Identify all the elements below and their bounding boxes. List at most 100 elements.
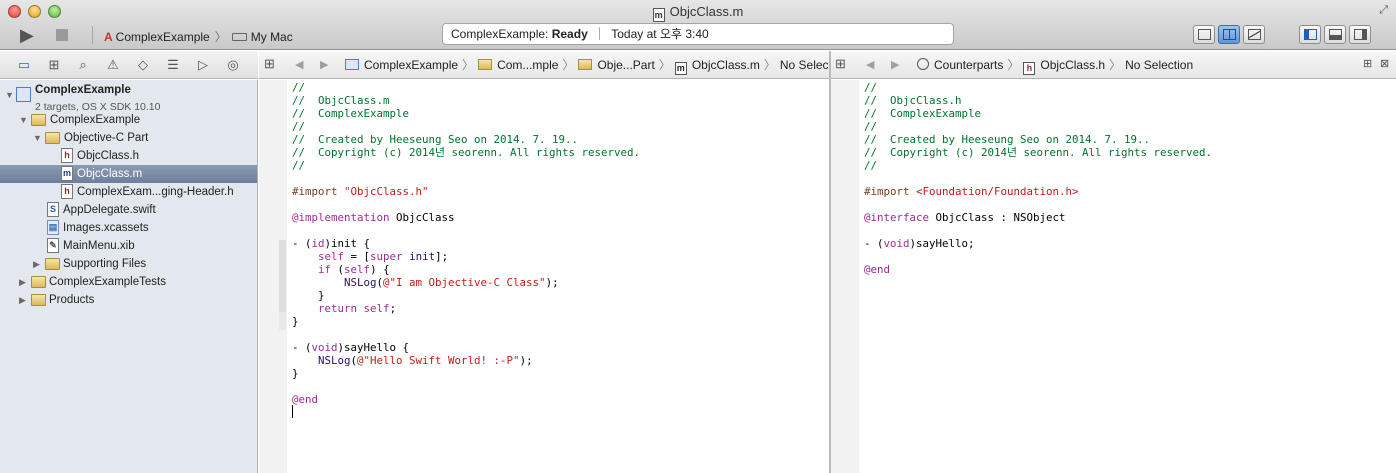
assistant-editor-gutter[interactable] bbox=[831, 80, 859, 473]
forward-arrow-icon[interactable]: ▶ bbox=[891, 57, 899, 73]
tree-item-objective-c-part[interactable]: ▼ Objective-C Part bbox=[0, 129, 257, 147]
tree-item-tests[interactable]: ▶ ComplexExampleTests bbox=[0, 273, 257, 291]
primary-code-editor[interactable]: //// ObjcClass.m// ComplexExample//// Cr… bbox=[292, 81, 822, 406]
code-comment: // Copyright (c) 2014년 seorenn. All righ… bbox=[292, 146, 640, 159]
navigator-toggle-button[interactable] bbox=[1299, 25, 1321, 44]
code-token: )init { bbox=[324, 237, 371, 250]
run-button[interactable]: ▶ bbox=[20, 26, 34, 44]
jump-crumb-file[interactable]: h ObjcClass.h bbox=[1023, 58, 1106, 75]
code-line: // Copyright (c) 2014년 seorenn. All righ… bbox=[864, 146, 1384, 159]
related-items-icon[interactable]: ⊞ bbox=[835, 56, 846, 72]
disclosure-right-icon[interactable]: ▶ bbox=[33, 255, 43, 273]
code-folding-ribbon[interactable] bbox=[279, 80, 286, 473]
folder-icon bbox=[45, 258, 60, 270]
close-assistant-icon[interactable]: ⊠ bbox=[1380, 56, 1389, 72]
tree-item-objcclass-m[interactable]: m ObjcClass.m bbox=[0, 165, 257, 183]
forward-arrow-icon[interactable]: ▶ bbox=[320, 57, 328, 73]
back-arrow-icon[interactable]: ◀ bbox=[295, 57, 303, 73]
activity-divider bbox=[599, 27, 601, 40]
tree-item-label: ComplexExam...ging-Header.h bbox=[77, 186, 234, 198]
debug-navigator-icon[interactable]: ☰ bbox=[165, 57, 181, 73]
folder-icon bbox=[31, 114, 46, 126]
version-editor-button[interactable] bbox=[1243, 25, 1265, 44]
assistant-editor-button[interactable] bbox=[1218, 25, 1240, 44]
code-string: @"Hello Swift World! :-P" bbox=[357, 354, 520, 367]
fullscreen-icon[interactable]: ⤢ bbox=[1379, 4, 1388, 17]
jump-crumb-subgroup[interactable]: Obje...Part bbox=[578, 58, 655, 72]
jump-crumb-symbol[interactable]: No Selection bbox=[1125, 58, 1193, 72]
code-line: // Created by Heeseung Seo on 2014. 7. 1… bbox=[292, 133, 822, 146]
code-line: // ComplexExample bbox=[292, 107, 822, 120]
disclosure-right-icon[interactable]: ▶ bbox=[19, 291, 29, 309]
activity-project: ComplexExample: bbox=[451, 27, 549, 41]
code-line: #import <Foundation/Foundation.h> bbox=[864, 185, 1384, 198]
code-blank bbox=[292, 224, 299, 237]
crumb-label: ObjcClass.h bbox=[1040, 58, 1106, 72]
scheme-destination: My Mac bbox=[250, 30, 293, 44]
add-assistant-icon[interactable]: ⊞ bbox=[1363, 56, 1372, 72]
xib-file-icon: ✎ bbox=[47, 238, 59, 253]
code-comment: // bbox=[864, 159, 878, 172]
header-file-icon: h bbox=[1023, 62, 1036, 75]
code-function: NSLog bbox=[318, 354, 351, 367]
text-caret bbox=[292, 405, 293, 418]
tree-item-objcclass-h[interactable]: h ObjcClass.h bbox=[0, 147, 257, 165]
find-navigator-icon[interactable]: ⌕ bbox=[75, 57, 91, 73]
code-comment: // bbox=[292, 159, 306, 172]
project-root-item[interactable]: ▼ ComplexExample 2 targets, OS X SDK 10.… bbox=[0, 82, 257, 114]
code-comment: // bbox=[864, 120, 878, 133]
assistant-code-editor[interactable]: //// ObjcClass.h// ComplexExample//// Cr… bbox=[864, 81, 1384, 276]
code-method: init bbox=[402, 250, 436, 263]
code-comment: // ComplexExample bbox=[864, 107, 982, 120]
code-line: } bbox=[292, 289, 822, 302]
tree-item-label: AppDelegate.swift bbox=[63, 204, 156, 216]
related-items-icon[interactable]: ⊞ bbox=[264, 56, 275, 72]
project-navigator: ▼ ComplexExample 2 targets, OS X SDK 10.… bbox=[0, 80, 258, 473]
tree-item-mainmenu-xib[interactable]: ✎ MainMenu.xib bbox=[0, 237, 257, 255]
stop-button[interactable] bbox=[56, 29, 68, 41]
back-arrow-icon[interactable]: ◀ bbox=[866, 57, 874, 73]
tree-item-appdelegate[interactable]: S AppDelegate.swift bbox=[0, 201, 257, 219]
scheme-selector[interactable]: A ComplexExample 〉 My Mac bbox=[104, 28, 293, 45]
tree-item-complexexample[interactable]: ▼ ComplexExample bbox=[0, 111, 257, 129]
app-icon: A bbox=[104, 30, 113, 44]
tree-item-images-xcassets[interactable]: ▤ Images.xcassets bbox=[0, 219, 257, 237]
assistant-editor-icon bbox=[1223, 29, 1236, 40]
debug-area-toggle-button[interactable] bbox=[1324, 25, 1346, 44]
tree-item-products[interactable]: ▶ Products bbox=[0, 291, 257, 309]
issue-navigator-icon[interactable]: ⚠ bbox=[105, 57, 121, 73]
header-file-icon: h bbox=[61, 148, 73, 163]
code-line: // bbox=[292, 120, 822, 133]
code-keyword: @end bbox=[864, 263, 891, 276]
crumb-label: ObjcClass.m bbox=[691, 58, 760, 72]
code-blank bbox=[864, 198, 871, 211]
jump-crumb-group[interactable]: Com...mple bbox=[478, 58, 558, 72]
standard-editor-icon bbox=[1198, 29, 1211, 40]
code-blank bbox=[292, 172, 299, 185]
tree-item-bridging-header[interactable]: h ComplexExam...ging-Header.h bbox=[0, 183, 257, 201]
disclosure-down-icon[interactable]: ▼ bbox=[5, 86, 15, 104]
primary-jump-bar: ⊞ ◀ ▶ ComplexExample 〉 Com...mple 〉 Obje...P… bbox=[259, 51, 848, 79]
code-line: // bbox=[864, 120, 1384, 133]
jump-crumb-file[interactable]: m ObjcClass.m bbox=[674, 58, 760, 75]
tree-item-supporting-files[interactable]: ▶ Supporting Files bbox=[0, 255, 257, 273]
utilities-toggle-button[interactable] bbox=[1349, 25, 1371, 44]
symbol-navigator-icon[interactable]: ⊞ bbox=[46, 57, 62, 73]
code-token: ; bbox=[389, 302, 397, 315]
breakpoint-navigator-icon[interactable]: ▷ bbox=[195, 57, 211, 73]
activity-time: Today at 오후 3:40 bbox=[611, 27, 709, 41]
test-navigator-icon[interactable]: ◇ bbox=[135, 57, 151, 73]
project-navigator-icon[interactable]: ▭ bbox=[16, 57, 32, 73]
code-comment: // Created by Heeseung Seo on 2014. 7. 1… bbox=[864, 133, 1151, 146]
standard-editor-button[interactable] bbox=[1193, 25, 1215, 44]
disclosure-right-icon[interactable]: ▶ bbox=[19, 273, 29, 291]
jump-crumb-project[interactable]: ComplexExample bbox=[345, 58, 458, 72]
log-navigator-icon[interactable]: ◎ bbox=[225, 57, 241, 73]
folder-icon bbox=[45, 132, 60, 144]
code-keyword: self bbox=[363, 302, 390, 315]
disclosure-down-icon[interactable]: ▼ bbox=[19, 111, 29, 129]
jump-crumb-counterparts[interactable]: Counterparts bbox=[917, 58, 1003, 72]
disclosure-down-icon[interactable]: ▼ bbox=[33, 129, 43, 147]
